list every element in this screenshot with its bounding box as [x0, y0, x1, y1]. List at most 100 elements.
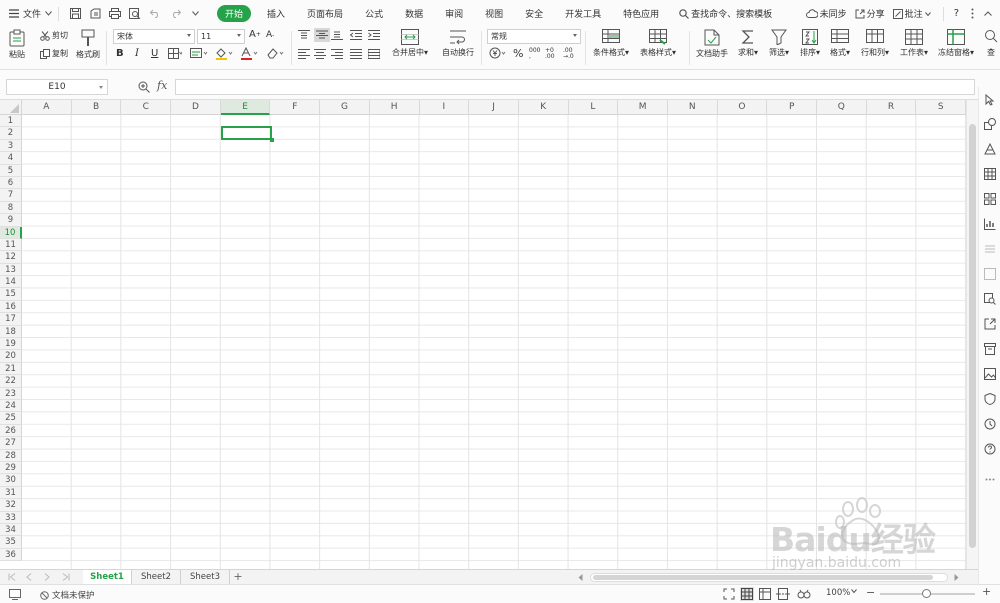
- scroll-left-icon[interactable]: [578, 574, 583, 581]
- row-header-27[interactable]: 27: [0, 437, 22, 450]
- row-header-8[interactable]: 8: [0, 201, 22, 215]
- tab-features[interactable]: 特色应用: [623, 7, 659, 20]
- row-header-11[interactable]: 11: [0, 238, 22, 252]
- share-button[interactable]: 分享: [855, 7, 885, 20]
- zoom-level[interactable]: 100%: [826, 588, 850, 598]
- row-col-button[interactable]: 行和列▾: [861, 29, 889, 58]
- currency-icon[interactable]: [489, 47, 507, 59]
- row-header-12[interactable]: 12: [0, 251, 22, 264]
- flow-icon[interactable]: [983, 242, 997, 256]
- sync-status[interactable]: 未同步: [805, 7, 847, 20]
- increase-decimal-icon[interactable]: +0.00: [545, 48, 555, 60]
- redo-icon[interactable]: [167, 6, 183, 22]
- column-header-e[interactable]: E: [220, 100, 271, 115]
- export-icon[interactable]: [983, 317, 997, 331]
- justify-icon[interactable]: [350, 49, 362, 59]
- collapse-ribbon-icon[interactable]: [984, 11, 992, 16]
- history-icon[interactable]: [983, 417, 997, 431]
- row-header-15[interactable]: 15: [0, 288, 22, 301]
- row-header-6[interactable]: 6: [0, 176, 22, 190]
- column-header-g[interactable]: G: [320, 100, 370, 115]
- note-icon[interactable]: [983, 267, 997, 281]
- tab-security[interactable]: 安全: [525, 7, 543, 20]
- font-color-icon[interactable]: [240, 47, 260, 60]
- sum-button[interactable]: 求和▾: [738, 29, 758, 58]
- cursor-icon[interactable]: [983, 93, 997, 107]
- column-header-d[interactable]: D: [171, 100, 221, 115]
- normal-view-icon[interactable]: [740, 587, 754, 601]
- zoom-in-button[interactable]: +: [982, 585, 991, 598]
- column-header-r[interactable]: R: [866, 100, 917, 115]
- worksheet-button[interactable]: 工作表▾: [900, 29, 928, 58]
- row-header-29[interactable]: 29: [0, 461, 22, 475]
- prev-sheet-icon[interactable]: [26, 573, 32, 581]
- cut-button[interactable]: 剪切: [40, 30, 68, 41]
- column-header-o[interactable]: O: [717, 100, 768, 115]
- column-header-s[interactable]: S: [916, 100, 966, 115]
- decrease-decimal-icon[interactable]: .00 →.0: [563, 48, 574, 60]
- paste-button[interactable]: 粘贴: [8, 29, 26, 60]
- tab-formulas[interactable]: 公式: [365, 7, 383, 20]
- column-header-l[interactable]: L: [568, 100, 619, 115]
- zoom-menu-icon[interactable]: [851, 589, 857, 593]
- shapes-icon[interactable]: [983, 117, 997, 131]
- row-header-33[interactable]: 33: [0, 511, 22, 524]
- distributed-icon[interactable]: [368, 49, 380, 59]
- horizontal-scrollbar[interactable]: [590, 573, 948, 582]
- row-header-26[interactable]: 26: [0, 424, 22, 438]
- print-preview-icon[interactable]: [127, 6, 143, 22]
- merge-center-button[interactable]: 合并居中▾: [392, 29, 428, 58]
- tab-insert[interactable]: 插入: [267, 7, 285, 20]
- column-header-b[interactable]: B: [71, 100, 122, 115]
- row-header-10[interactable]: 10: [0, 226, 22, 239]
- percent-button[interactable]: %: [513, 47, 523, 60]
- tab-review[interactable]: 审阅: [445, 7, 463, 20]
- column-header-k[interactable]: K: [518, 100, 569, 115]
- tab-home[interactable]: 开始: [217, 5, 252, 22]
- customize-chevron-icon[interactable]: [187, 6, 203, 22]
- output-icon[interactable]: [87, 6, 103, 22]
- copy-button[interactable]: 复制: [40, 48, 68, 59]
- indent-decrease-icon[interactable]: [350, 30, 362, 40]
- format-painter-button[interactable]: 格式刷: [76, 29, 100, 60]
- thousands-separator-icon[interactable]: 000,: [529, 48, 540, 60]
- archive-icon[interactable]: [983, 342, 997, 356]
- zoom-out-button[interactable]: −: [866, 586, 875, 599]
- align-middle-icon[interactable]: [314, 28, 330, 42]
- row-header-14[interactable]: 14: [0, 276, 22, 289]
- tab-view[interactable]: 视图: [485, 7, 503, 20]
- command-search[interactable]: 查找命令、搜索模板: [679, 7, 772, 20]
- row-header-34[interactable]: 34: [0, 523, 22, 537]
- row-header-24[interactable]: 24: [0, 399, 22, 413]
- table-style-button[interactable]: 表格样式▾: [640, 29, 676, 58]
- page-layout-view-icon[interactable]: [759, 588, 771, 600]
- row-header-4[interactable]: 4: [0, 152, 22, 165]
- clear-format-icon[interactable]: [266, 47, 286, 60]
- filter-button[interactable]: 筛选▾: [769, 29, 789, 58]
- selected-cell[interactable]: [221, 126, 274, 142]
- format-button[interactable]: 格式▾: [830, 29, 850, 58]
- fill-color-icon[interactable]: [215, 47, 235, 60]
- column-header-h[interactable]: H: [369, 100, 420, 115]
- vertical-scroll-thumb[interactable]: [969, 124, 976, 548]
- conditional-format-button[interactable]: 条件格式▾: [593, 29, 629, 58]
- last-sheet-icon[interactable]: [62, 573, 70, 581]
- align-left-icon[interactable]: [298, 49, 310, 59]
- align-top-icon[interactable]: [298, 30, 310, 40]
- style-icon[interactable]: [983, 142, 997, 156]
- number-format-select[interactable]: 常规: [487, 29, 581, 44]
- row-header-1[interactable]: 1: [0, 115, 22, 128]
- row-header-36[interactable]: 36: [0, 548, 22, 562]
- tab-data[interactable]: 数据: [405, 7, 423, 20]
- zoom-slider-thumb[interactable]: [922, 589, 931, 598]
- formula-input[interactable]: [175, 79, 975, 95]
- column-header-j[interactable]: J: [469, 100, 519, 115]
- macro-icon[interactable]: [9, 589, 21, 600]
- add-sheet-button[interactable]: +: [230, 570, 246, 585]
- cell-area[interactable]: [22, 115, 966, 569]
- freeze-panes-button[interactable]: 冻结窗格▾: [938, 29, 974, 58]
- row-header-32[interactable]: 32: [0, 499, 22, 512]
- row-header-31[interactable]: 31: [0, 486, 22, 500]
- name-box[interactable]: E10: [6, 79, 108, 95]
- image-icon[interactable]: [983, 367, 997, 381]
